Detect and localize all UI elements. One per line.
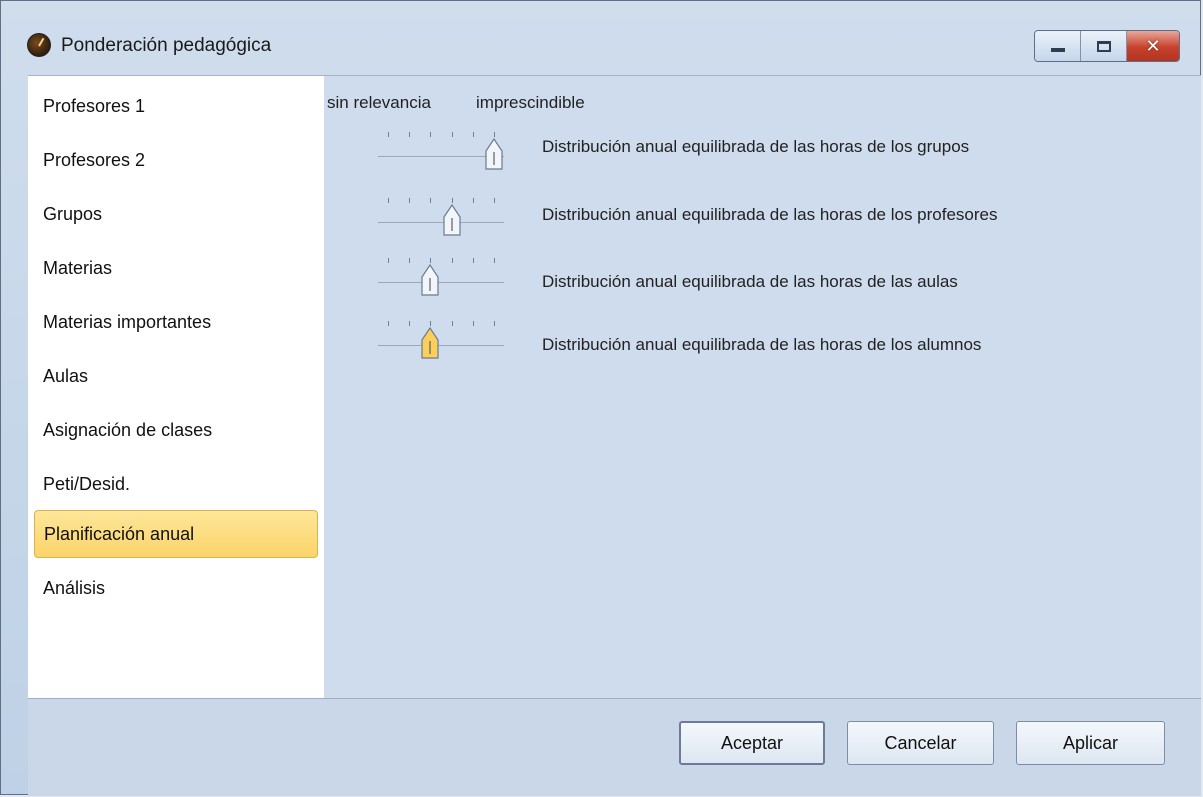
minimize-icon — [1050, 48, 1065, 52]
slider-track — [378, 345, 504, 346]
slider-tick — [472, 132, 474, 137]
sidebar-item-profesores-1[interactable]: Profesores 1 — [34, 82, 318, 130]
clock-icon — [27, 33, 51, 57]
slider-tick — [388, 258, 389, 263]
slider-label: Distribución anual equilibrada de las ho… — [542, 335, 982, 354]
slider-thumb[interactable] — [442, 204, 461, 236]
slider-tick — [472, 321, 474, 326]
slider-tick — [388, 321, 389, 326]
maximize-button[interactable] — [1081, 31, 1127, 61]
slider-tick — [451, 132, 453, 137]
slider-tick — [494, 198, 495, 203]
dialog-body: Profesores 1 Profesores 2 Grupos Materia… — [28, 75, 1201, 698]
slider-tick — [388, 198, 389, 203]
close-button[interactable]: ✕ — [1127, 31, 1179, 61]
slider-tick — [494, 258, 495, 263]
slider-tick — [472, 198, 474, 203]
sidebar-item-materias[interactable]: Materias — [34, 244, 318, 292]
sidebar-item-label: Asignación de clases — [43, 419, 213, 440]
apply-button[interactable]: Aplicar — [1016, 721, 1165, 765]
sidebar-item-materias-importantes[interactable]: Materias importantes — [34, 298, 318, 346]
sidebar-item-asignacion-de-clases[interactable]: Asignación de clases — [34, 406, 318, 454]
slider-tick — [388, 132, 389, 137]
sidebar-item-profesores-2[interactable]: Profesores 2 — [34, 136, 318, 184]
slider-tick — [451, 198, 453, 203]
title-bar[interactable]: Ponderación pedagógica ✕ — [1, 1, 1200, 65]
sidebar-item-label: Aulas — [43, 365, 89, 386]
weight-slider[interactable] — [378, 189, 504, 239]
slider-label: Distribución anual equilibrada de las ho… — [542, 272, 958, 291]
sidebar-item-label: Análisis — [43, 577, 106, 598]
sidebar-item-peti-desid[interactable]: Peti/Desid. — [34, 460, 318, 508]
sidebar-item-label: Profesores 2 — [43, 149, 146, 170]
scale-high-label: imprescindible — [476, 93, 585, 112]
slider-tick — [451, 321, 453, 326]
slider-tick — [409, 132, 411, 137]
sidebar-item-label: Planificación anual — [44, 523, 195, 544]
slider-thumb[interactable] — [421, 327, 439, 359]
scale-low-label: sin relevancia — [327, 93, 431, 112]
window-title: Ponderación pedagógica — [61, 35, 272, 56]
cancel-button[interactable]: Cancelar — [847, 721, 994, 765]
slider-tick — [430, 258, 432, 263]
weights-panel: sin relevancia imprescindible Distribuci… — [324, 76, 1201, 698]
slider-tick — [409, 321, 411, 326]
slider-tick — [409, 258, 411, 263]
slider-tick — [472, 258, 474, 263]
minimize-button[interactable] — [1035, 31, 1081, 61]
button-bar: Aceptar Cancelar Aplicar — [28, 698, 1201, 796]
sidebar-item-planificacion-anual[interactable]: Planificación anual — [34, 510, 318, 558]
weight-slider[interactable] — [378, 312, 504, 362]
slider-track — [378, 282, 504, 283]
slider-tick — [494, 321, 495, 326]
sidebar-item-aulas[interactable]: Aulas — [34, 352, 318, 400]
sidebar-item-label: Peti/Desid. — [43, 473, 131, 494]
slider-label: Distribución anual equilibrada de las ho… — [542, 205, 998, 224]
sidebar-item-label: Grupos — [43, 203, 103, 224]
close-icon: ✕ — [1145, 35, 1161, 57]
sidebar-item-label: Materias importantes — [43, 311, 212, 332]
slider-thumb[interactable] — [421, 264, 439, 296]
slider-tick — [494, 132, 495, 137]
slider-tick — [430, 198, 432, 203]
sidebar-item-grupos[interactable]: Grupos — [34, 190, 318, 238]
sidebar-item-label: Materias — [43, 257, 113, 278]
slider-tick — [409, 198, 411, 203]
slider-label: Distribución anual equilibrada de las ho… — [542, 137, 970, 156]
slider-tick — [430, 132, 432, 137]
slider-track — [378, 222, 504, 223]
category-list: Profesores 1 Profesores 2 Grupos Materia… — [28, 76, 324, 698]
slider-thumb[interactable] — [485, 138, 503, 170]
accept-button[interactable]: Aceptar — [679, 721, 825, 765]
sidebar-item-analisis[interactable]: Análisis — [34, 564, 318, 612]
maximize-icon — [1096, 40, 1111, 52]
window-controls: ✕ — [1034, 30, 1180, 62]
sidebar-item-label: Profesores 1 — [43, 95, 146, 116]
weight-slider[interactable] — [378, 249, 504, 299]
slider-tick — [451, 258, 453, 263]
weight-slider[interactable] — [378, 123, 504, 173]
slider-tick — [430, 321, 432, 326]
